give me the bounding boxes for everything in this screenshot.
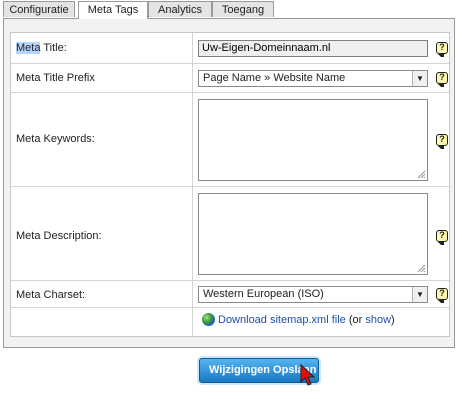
meta-title-label-highlight: Meta xyxy=(16,42,41,54)
meta-title-label: Meta Title: xyxy=(16,42,67,54)
show-sitemap-link[interactable]: show xyxy=(365,314,391,326)
meta-description-label: Meta Description: xyxy=(16,230,102,242)
tab-configuratie[interactable]: Configuratie xyxy=(3,1,75,17)
meta-keywords-label: Meta Keywords: xyxy=(16,133,95,145)
chevron-down-icon[interactable]: ▼ xyxy=(412,71,427,86)
globe-icon xyxy=(202,313,215,326)
meta-description-textarea[interactable] xyxy=(198,193,428,275)
meta-title-input[interactable]: Uw-Eigen-Domeinnaam.nl xyxy=(198,40,428,57)
meta-title-label-rest: Title: xyxy=(40,42,67,54)
meta-title-prefix-value: Page Name » Website Name xyxy=(203,72,346,84)
sitemap-links: Download sitemap.xml file (or show) xyxy=(202,313,395,326)
tab-meta-tags[interactable]: Meta Tags xyxy=(78,1,148,19)
meta-charset-label: Meta Charset: xyxy=(16,289,86,301)
help-question-icon[interactable]: ? xyxy=(436,134,448,149)
meta-title-prefix-label: Meta Title Prefix xyxy=(16,72,95,84)
chevron-down-icon[interactable]: ▼ xyxy=(412,287,427,302)
help-question-icon[interactable]: ? xyxy=(436,42,448,57)
row-meta-title: Meta Title: Uw-Eigen-Domeinnaam.nl ? xyxy=(11,33,449,64)
resize-handle-icon[interactable] xyxy=(417,264,426,273)
help-question-icon[interactable]: ? xyxy=(436,72,448,87)
meta-charset-value: Western European (ISO) xyxy=(203,288,324,300)
meta-title-prefix-select[interactable]: Page Name » Website Name ▼ xyxy=(198,70,428,87)
meta-form: Meta Title: Uw-Eigen-Domeinnaam.nl ? Met… xyxy=(10,32,450,337)
row-divider xyxy=(192,308,193,336)
row-meta-title-prefix: Meta Title Prefix Page Name » Website Na… xyxy=(11,64,449,93)
row-meta-charset: Meta Charset: Western European (ISO) ▼ ? xyxy=(11,281,449,308)
tab-analytics[interactable]: Analytics xyxy=(148,1,212,17)
download-sitemap-link[interactable]: Download sitemap.xml file xyxy=(218,314,346,326)
row-divider xyxy=(192,187,193,280)
row-divider xyxy=(192,64,193,92)
help-question-icon[interactable]: ? xyxy=(436,230,448,245)
help-question-icon[interactable]: ? xyxy=(436,288,448,303)
meta-keywords-textarea[interactable] xyxy=(198,99,428,181)
row-divider xyxy=(192,33,193,63)
mouse-pointer-icon xyxy=(300,364,316,386)
row-meta-description: Meta Description: ? xyxy=(11,187,449,281)
meta-charset-select[interactable]: Western European (ISO) ▼ xyxy=(198,286,428,303)
sitemap-close-paren: ) xyxy=(391,314,395,326)
row-divider xyxy=(192,281,193,307)
tab-toegang[interactable]: Toegang xyxy=(212,1,274,17)
resize-handle-icon[interactable] xyxy=(417,170,426,179)
row-meta-keywords: Meta Keywords: ? xyxy=(11,93,449,187)
settings-panel: Meta Title: Uw-Eigen-Domeinnaam.nl ? Met… xyxy=(3,18,455,348)
sitemap-or-text: (or xyxy=(345,314,366,326)
row-sitemap: Download sitemap.xml file (or show) xyxy=(11,308,449,336)
row-divider xyxy=(192,93,193,186)
